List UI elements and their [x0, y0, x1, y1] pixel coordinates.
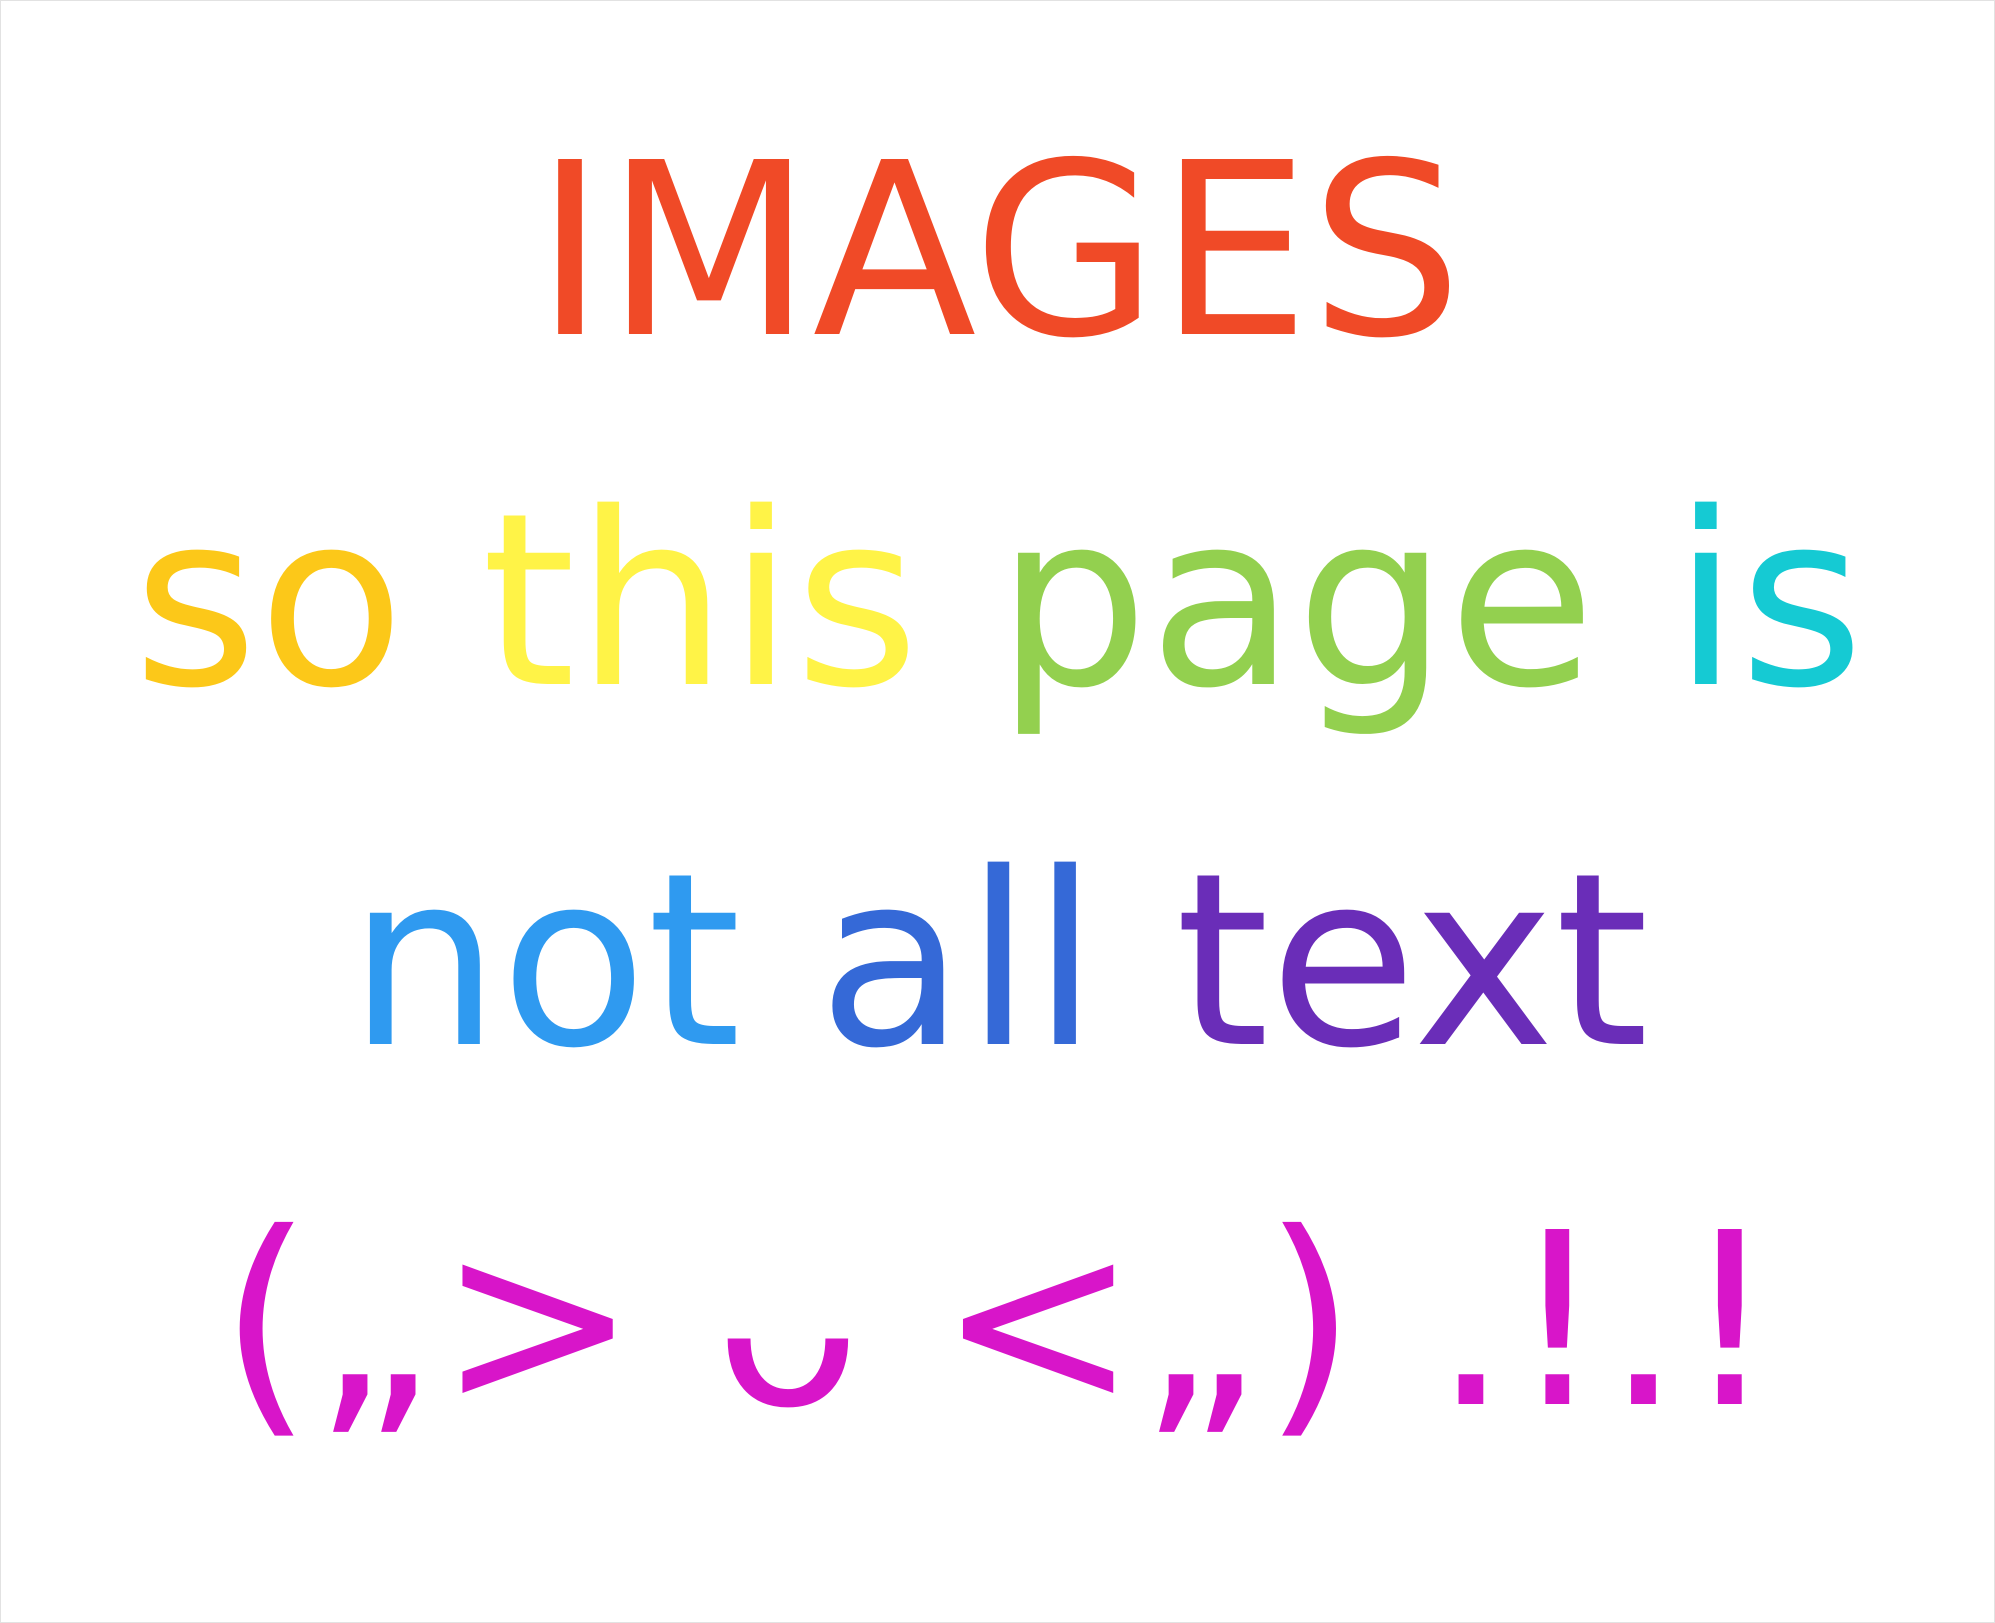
word-this: this [481, 461, 920, 741]
word-page: page [996, 461, 1596, 741]
line-so-this-page-is: so this page is [1, 481, 1995, 721]
line-images: IMAGES [1, 131, 1995, 371]
word-is: is [1672, 461, 1865, 741]
page-frame: IMAGES so this page is not all text („> ᴗ <„)… [0, 0, 1995, 1623]
emoticon: („> ᴗ <„) .!.! [219, 1181, 1778, 1461]
word-all: all [817, 821, 1099, 1101]
word-so: so [132, 461, 405, 741]
word-not: not [348, 821, 742, 1101]
word-text: text [1175, 821, 1649, 1101]
line-not-all-text: not all text [1, 841, 1995, 1081]
word-images: IMAGES [534, 111, 1463, 391]
line-emoticon: („> ᴗ <„) .!.! [1, 1201, 1995, 1441]
